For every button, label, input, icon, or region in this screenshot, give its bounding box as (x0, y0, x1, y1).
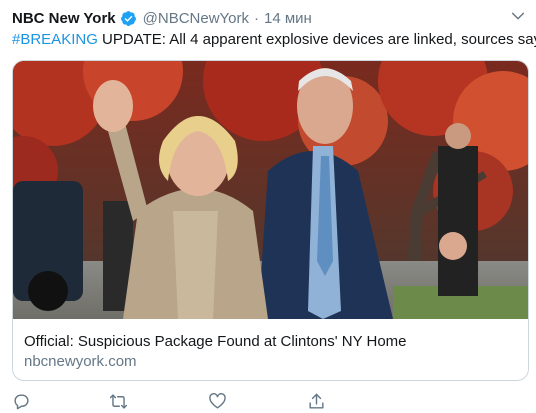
author-display-name[interactable]: NBC New York (12, 10, 116, 27)
reply-button[interactable] (10, 390, 32, 412)
card-domain: nbcnewyork.com (24, 353, 137, 370)
retweet-icon (109, 393, 127, 409)
share-icon (308, 393, 324, 409)
link-card[interactable]: Official: Suspicious Package Found at Cl… (12, 60, 529, 381)
tweet-timestamp[interactable]: 14 мин (264, 10, 312, 27)
time-separator: · (254, 9, 260, 27)
share-button[interactable] (305, 390, 327, 412)
like-button[interactable] (206, 390, 228, 412)
tweet-body: UPDATE: All 4 apparent explosive devices… (97, 31, 536, 48)
tweet: NBC New York @NBCNewYork · 14 мин #BREAK… (0, 0, 536, 413)
tweet-actions (0, 390, 536, 412)
retweet-button[interactable] (107, 390, 129, 412)
reply-icon (13, 393, 28, 409)
author-handle[interactable]: @NBCNewYork (143, 10, 249, 27)
hashtag-link[interactable]: #BREAKING (12, 31, 98, 48)
tweet-text: #BREAKING UPDATE: All 4 apparent explosi… (12, 30, 536, 50)
card-title[interactable]: Official: Suspicious Package Found at Cl… (24, 332, 407, 352)
tweet-header: NBC New York @NBCNewYork · 14 мин (12, 7, 312, 29)
card-image[interactable] (13, 61, 528, 319)
heart-icon (208, 392, 226, 409)
chevron-down-icon[interactable] (510, 8, 526, 24)
verified-badge-icon (120, 10, 136, 26)
